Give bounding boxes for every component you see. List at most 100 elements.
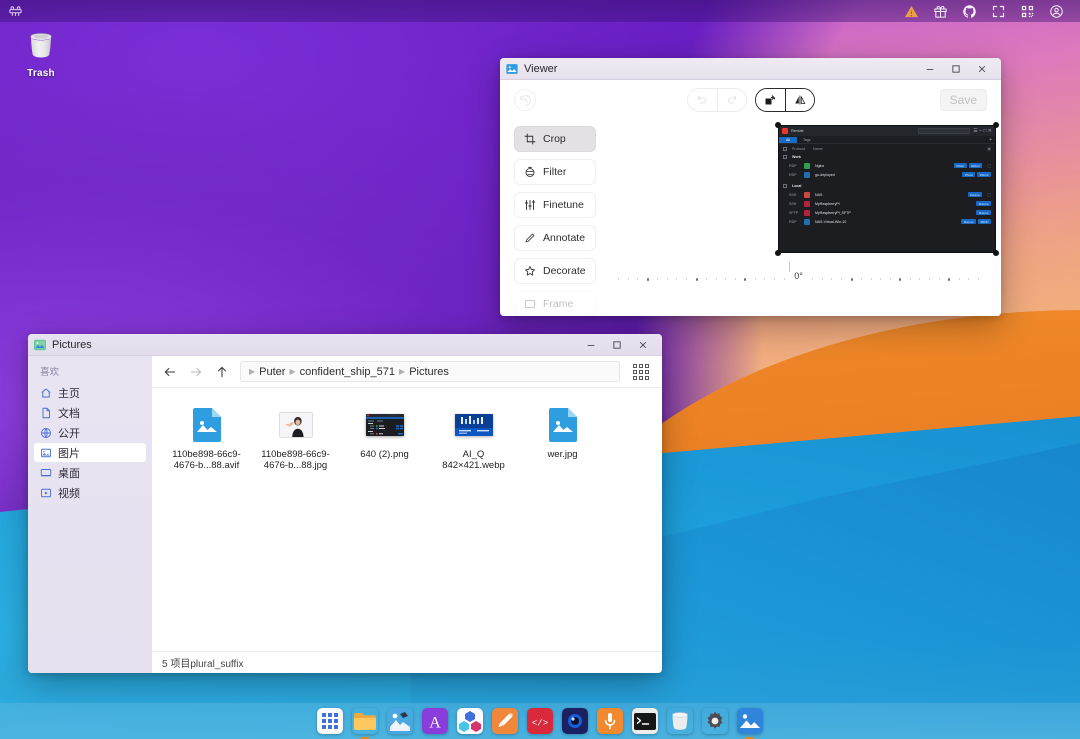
dock-item-app-grid[interactable]	[317, 708, 343, 734]
tool-filter[interactable]: Filter	[514, 159, 596, 185]
preview-tag: #Home	[976, 201, 991, 206]
dock-item-text-editor[interactable]: A	[422, 708, 448, 734]
maximize-icon[interactable]	[604, 335, 630, 355]
file-grid[interactable]: 110be898-66c9-4676-b...88.avif 110be898-…	[152, 388, 662, 651]
puter-logo-icon[interactable]	[8, 4, 23, 19]
history-reset-icon[interactable]	[514, 89, 536, 111]
dock-item-terminal[interactable]	[632, 708, 658, 734]
preview-row-protocol: SFTP	[789, 210, 799, 215]
dock: A </>	[0, 703, 1080, 739]
preview-group-work: Work	[779, 153, 995, 161]
arrow-up-icon[interactable]	[214, 364, 230, 380]
dock-item-image-viewer[interactable]	[737, 708, 763, 739]
sidebar-item-pictures[interactable]: 图片	[34, 443, 146, 462]
tool-frame[interactable]: Frame	[514, 291, 596, 316]
crop-handle-top-left[interactable]	[775, 122, 781, 128]
redo-icon[interactable]	[716, 89, 746, 111]
tool-crop[interactable]: Crop	[514, 126, 596, 152]
preview-row-tags: #Home #RDP	[961, 219, 991, 224]
file-item[interactable]: wer.jpg	[518, 402, 607, 475]
dock-item-code-editor[interactable]: </>	[527, 708, 553, 734]
close-icon[interactable]	[969, 59, 995, 79]
preview-tag: #Home	[967, 192, 983, 197]
warning-triangle-icon[interactable]	[904, 4, 919, 19]
blue-screenshot-thumbnail	[431, 406, 516, 444]
dock-item-voice-recorder[interactable]	[597, 708, 623, 734]
breadcrumb[interactable]: ▶ Puter ▶ confident_ship_571 ▶ Pictures	[240, 361, 620, 382]
file-item[interactable]: 110be898-66c9-4676-b...88.avif	[162, 402, 251, 475]
sidebar-item-desktop[interactable]: 桌面	[34, 463, 146, 482]
dock-item-recorder[interactable]	[562, 708, 588, 734]
arrow-right-icon[interactable]	[188, 364, 204, 380]
desktop-icon-trash[interactable]: Trash	[14, 28, 68, 79]
code-icon: </>	[527, 708, 553, 734]
globe-icon	[40, 427, 52, 439]
tool-decorate[interactable]: Decorate	[514, 258, 596, 284]
rotation-slider[interactable]: 0°	[596, 262, 1001, 288]
viewer-body: Save Crop Filter Finetune Annotate Decor…	[500, 80, 1001, 316]
breadcrumb-item-puter[interactable]: Puter	[259, 366, 285, 378]
sidebar-item-documents[interactable]: 文档	[34, 403, 146, 422]
photos-icon	[387, 708, 413, 734]
file-manager-titlebar[interactable]: Pictures	[28, 334, 662, 356]
preview-add-icon: +	[989, 136, 992, 143]
preview-row-protocol: RDP	[789, 172, 797, 177]
flip-horizontal-icon[interactable]	[784, 89, 814, 111]
pictures-app-icon	[34, 339, 46, 351]
preview-app-logo-icon	[782, 128, 788, 134]
file-item[interactable]: 110be898-66c9-4676-b...88.jpg	[251, 402, 340, 475]
breadcrumb-item-user[interactable]: confident_ship_571	[300, 366, 395, 378]
dock-item-settings[interactable]	[702, 708, 728, 734]
preview-row-favicon	[804, 209, 810, 216]
viewer-canvas[interactable]: Remote ☰ − □ ✕ All Tags + Protocol Name …	[596, 120, 1001, 316]
generic-image-file-icon	[520, 406, 605, 444]
viewer-titlebar[interactable]: Viewer	[500, 58, 1001, 80]
preview-header-checkbox	[783, 146, 787, 151]
file-manager-main: ▶ Puter ▶ confident_ship_571 ▶ Pictures	[152, 356, 662, 673]
grid-view-icon[interactable]	[630, 361, 652, 383]
qr-code-icon[interactable]	[1020, 4, 1035, 19]
account-circle-icon[interactable]	[1049, 4, 1064, 19]
dock-item-trash[interactable]	[667, 708, 693, 734]
sidebar-item-public[interactable]: 公开	[34, 423, 146, 442]
fullscreen-icon[interactable]	[991, 4, 1006, 19]
breadcrumb-item-pictures[interactable]: Pictures	[409, 366, 449, 378]
tool-finetune[interactable]: Finetune	[514, 192, 596, 218]
dock-item-file-manager[interactable]	[352, 708, 378, 739]
preview-row-name: NAS-Virtual-Win-10	[815, 219, 847, 224]
preview-row: RDP go-deployed #Tech #Work	[779, 170, 995, 179]
desktop[interactable]: Trash Viewer Save Crop Filter Finetune A…	[0, 0, 1080, 739]
tool-annotate[interactable]: Annotate	[514, 225, 596, 251]
preview-row-tags: #Web #Work ▢	[953, 163, 991, 168]
filter-icon	[524, 166, 536, 178]
file-item[interactable]: 640 (2).png	[340, 402, 429, 475]
file-manager-sidebar: 喜欢 主页 文档 公开 图片 桌面 视频	[28, 356, 152, 673]
minimize-icon[interactable]	[578, 335, 604, 355]
github-icon[interactable]	[962, 4, 977, 19]
microphone-icon	[597, 708, 623, 734]
preview-row: SFTP MyRaspberryPi_SFTP #Home	[779, 208, 995, 217]
viewer-window[interactable]: Viewer Save Crop Filter Finetune Annotat…	[500, 58, 1001, 316]
dock-item-photos[interactable]	[387, 708, 413, 734]
crop-frame[interactable]: Remote ☰ − □ ✕ All Tags + Protocol Name …	[775, 122, 999, 256]
close-icon[interactable]	[630, 335, 656, 355]
arrow-left-icon[interactable]	[162, 364, 178, 380]
dock-item-3d-viewer[interactable]	[457, 708, 483, 734]
gift-icon[interactable]	[933, 4, 948, 19]
save-button[interactable]: Save	[939, 89, 987, 111]
dock-item-paint[interactable]	[492, 708, 518, 734]
undo-icon[interactable]	[687, 89, 717, 111]
sidebar-item-home[interactable]: 主页	[34, 383, 146, 402]
crop-handle-top-right[interactable]	[993, 122, 999, 128]
preview-group-label: Local	[792, 184, 802, 188]
crop-handle-bottom-right[interactable]	[993, 250, 999, 256]
file-manager-window[interactable]: Pictures 喜欢 主页 文档 公开 图片 桌面 视频 ▶ Puter ▶ …	[28, 334, 662, 673]
sidebar-item-videos[interactable]: 视频	[34, 483, 146, 502]
minimize-icon[interactable]	[917, 59, 943, 79]
file-item[interactable]: AI_Q 842×421.webp	[429, 402, 518, 475]
rotate-icon[interactable]	[755, 89, 785, 111]
preview-group-checkbox	[783, 184, 787, 188]
trash-icon	[23, 28, 59, 64]
maximize-icon[interactable]	[943, 59, 969, 79]
crop-handle-bottom-left[interactable]	[775, 250, 781, 256]
